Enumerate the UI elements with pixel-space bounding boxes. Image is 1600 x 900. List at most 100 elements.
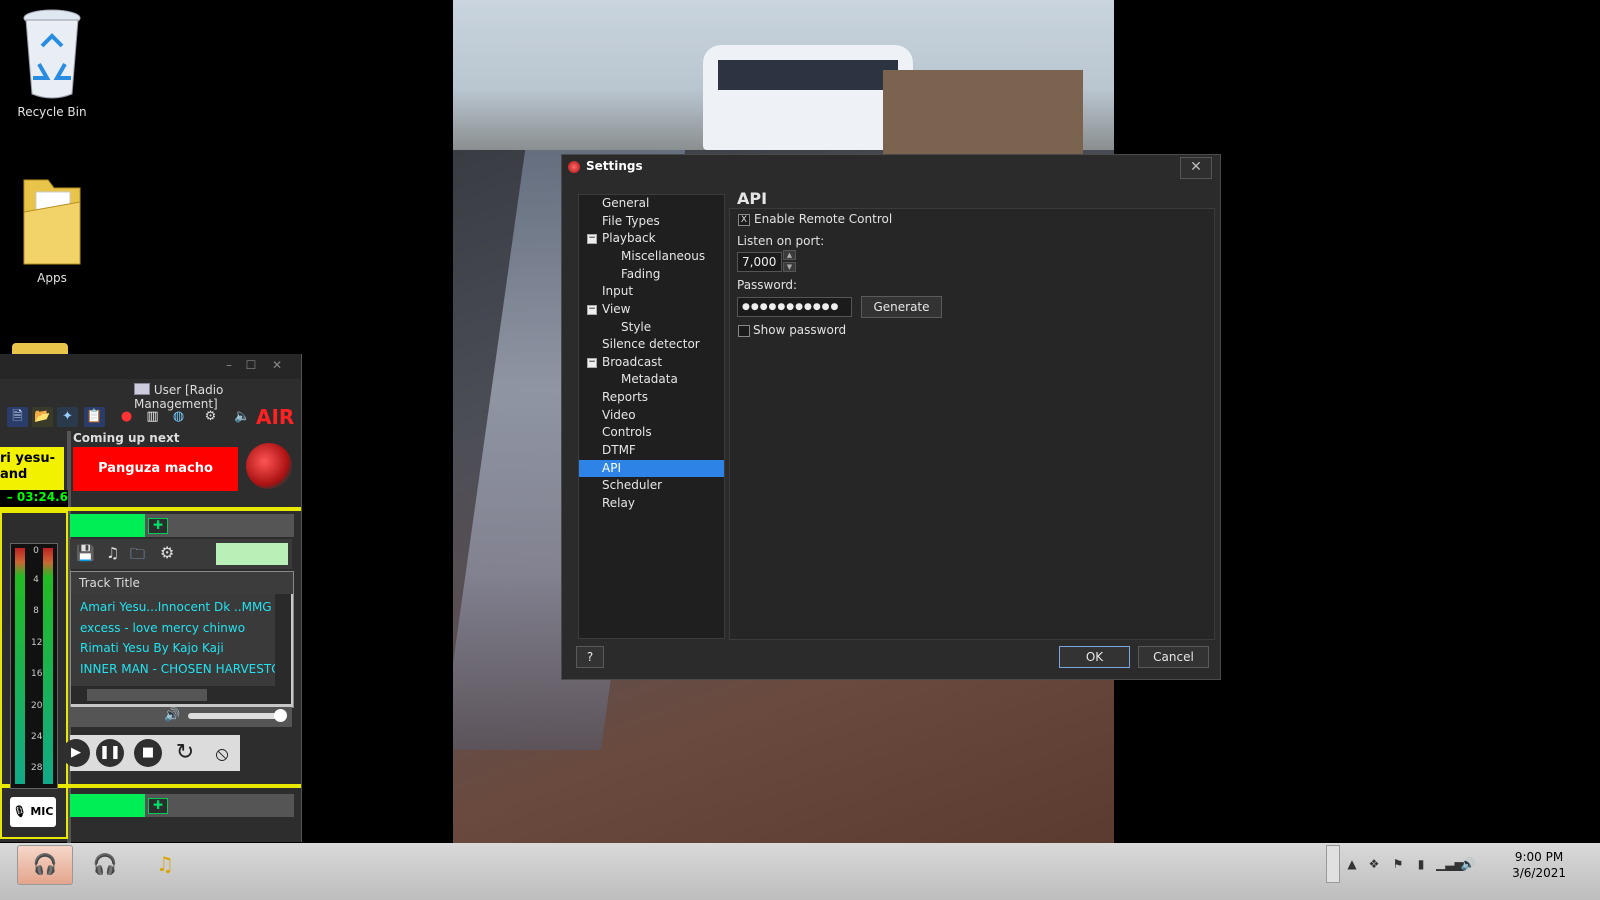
- gear-icon[interactable]: ⚙: [200, 407, 221, 427]
- desktop-icon-apps[interactable]: Apps: [2, 172, 102, 285]
- tree-item-label: DTMF: [602, 443, 636, 457]
- list-item[interactable]: Rimati Yesu By Kajo Kaji: [80, 641, 280, 655]
- tree-item-reports[interactable]: Reports: [579, 389, 724, 406]
- taskbar-scroll[interactable]: [1326, 845, 1340, 883]
- show-password-label[interactable]: Show password: [753, 323, 846, 337]
- close-icon[interactable]: ✕: [268, 358, 286, 374]
- tree-item-file-types[interactable]: File Types: [579, 213, 724, 230]
- record-icon[interactable]: ●: [116, 407, 137, 427]
- repeat-icon[interactable]: ↻: [171, 739, 199, 767]
- desktop-icon-label: Recycle Bin: [17, 105, 87, 119]
- horizontal-scrollbar[interactable]: [71, 686, 291, 704]
- mic-button[interactable]: 🎙 MIC: [10, 797, 56, 827]
- enable-remote-checkbox[interactable]: X: [738, 214, 750, 226]
- tree-item-view[interactable]: − View: [579, 301, 724, 318]
- spin-up-icon[interactable]: ▲: [783, 250, 796, 260]
- tree-item-style[interactable]: Style: [579, 319, 724, 336]
- add-tab-icon[interactable]: ✚: [148, 798, 168, 814]
- taskbar-radio-app[interactable]: 🎧: [77, 845, 133, 885]
- power-icon[interactable]: ▮: [1413, 856, 1429, 872]
- music-folder-icon: ♫: [156, 852, 174, 876]
- tree-item-fading[interactable]: Fading: [579, 266, 724, 283]
- headphones-icon: 🎧: [92, 852, 118, 876]
- current-track-box[interactable]: ri yesu- and: [0, 447, 64, 490]
- generate-button[interactable]: Generate: [861, 296, 942, 318]
- add-folder-icon[interactable]: 🗀: [130, 544, 145, 569]
- stop-icon[interactable]: ■: [134, 739, 162, 767]
- volume-icon: 🔊: [164, 708, 181, 723]
- spin-down-icon[interactable]: ▼: [783, 262, 796, 272]
- vertical-scrollbar[interactable]: [275, 594, 291, 686]
- show-hidden-icons-icon[interactable]: ▲: [1344, 856, 1360, 872]
- tree-item-miscellaneous[interactable]: Miscellaneous: [579, 248, 724, 265]
- list-item[interactable]: excess - love mercy chinwo: [80, 621, 280, 635]
- show-password-checkbox[interactable]: [738, 325, 750, 337]
- network-signal-icon[interactable]: ▁▃▅: [1436, 856, 1464, 872]
- clock-date: 3/6/2021: [1512, 866, 1566, 880]
- taskbar-clock[interactable]: 9:00 PM 3/6/2021: [1512, 849, 1566, 881]
- pause-icon[interactable]: ❚❚: [96, 739, 124, 767]
- next-track-box[interactable]: Panguza macho: [73, 447, 238, 491]
- dialog-titlebar[interactable]: Settings ✕: [562, 155, 1220, 181]
- port-spinner[interactable]: ▲ ▼: [783, 250, 796, 272]
- tree-item-broadcast[interactable]: − Broadcast: [579, 354, 724, 371]
- vu-bar-left: [15, 548, 25, 784]
- tree-item-relay[interactable]: Relay: [579, 495, 724, 512]
- tree-item-scheduler[interactable]: Scheduler: [579, 477, 724, 494]
- play-icon[interactable]: ▶: [62, 739, 90, 767]
- list-item[interactable]: Amari Yesu...Innocent Dk ..MMG PRO: [80, 600, 280, 614]
- close-button[interactable]: ✕: [1180, 157, 1212, 179]
- open-folder-icon[interactable]: 📂: [32, 407, 53, 427]
- collapse-icon[interactable]: −: [587, 234, 597, 244]
- recycle-bin-icon: [23, 9, 81, 99]
- maximize-icon[interactable]: ☐: [242, 358, 260, 374]
- scrollbar-thumb[interactable]: [87, 689, 207, 701]
- volume-slider-thumb[interactable]: [274, 709, 287, 722]
- tree-item-playback[interactable]: − Playback: [579, 230, 724, 247]
- tree-item-controls[interactable]: Controls: [579, 424, 724, 441]
- dropbox-icon[interactable]: ❖: [1366, 856, 1382, 872]
- stats-icon[interactable]: ▥: [142, 407, 163, 427]
- help-button[interactable]: ?: [576, 646, 604, 668]
- action-center-flag-icon[interactable]: ⚑: [1390, 856, 1406, 872]
- collapse-icon[interactable]: −: [587, 305, 597, 315]
- wallpaper-shack: [883, 70, 1083, 155]
- tree-item-dtmf[interactable]: DTMF: [579, 442, 724, 459]
- disable-icon[interactable]: ⦸: [208, 739, 236, 767]
- volume-slider[interactable]: [188, 713, 282, 719]
- port-input[interactable]: 7,000: [737, 252, 782, 272]
- minimize-icon[interactable]: –: [220, 358, 238, 374]
- app-logo-icon: [568, 161, 580, 173]
- new-playlist-icon[interactable]: 🗎: [7, 407, 28, 427]
- vu-scale-label: 4: [33, 575, 39, 585]
- tree-item-label: Relay: [602, 496, 635, 510]
- taskbar-radio-app-active[interactable]: 🎧: [17, 845, 73, 885]
- tree-item-api[interactable]: API: [579, 460, 724, 477]
- add-tab-icon[interactable]: ✚: [148, 518, 168, 534]
- enable-remote-label[interactable]: Enable Remote Control: [754, 212, 892, 226]
- tree-item-video[interactable]: Video: [579, 407, 724, 424]
- tree-item-input[interactable]: Input: [579, 283, 724, 300]
- list-item[interactable]: INNER MAN - CHOSEN HARVESTORS: [80, 662, 280, 676]
- collapse-icon[interactable]: −: [587, 358, 597, 368]
- tree-item-silence-detector[interactable]: Silence detector: [579, 336, 724, 353]
- globe-icon[interactable]: ◍: [168, 407, 189, 427]
- desktop-icon-recycle-bin[interactable]: Recycle Bin: [2, 6, 102, 119]
- speaker-mute-icon[interactable]: 🔈: [232, 407, 253, 427]
- clipboard-icon[interactable]: 📋: [84, 407, 105, 427]
- gear-icon[interactable]: ⚙: [160, 543, 174, 562]
- taskbar-music-folder[interactable]: ♫: [137, 845, 193, 885]
- add-music-icon[interactable]: ♫: [106, 544, 119, 562]
- tree-item-general[interactable]: General: [579, 195, 724, 212]
- ok-button[interactable]: OK: [1059, 646, 1130, 668]
- satellite-icon[interactable]: ✦: [57, 407, 78, 427]
- player-tab-2[interactable]: [70, 794, 145, 817]
- tree-item-metadata[interactable]: Metadata: [579, 371, 724, 388]
- column-header-track-title[interactable]: Track Title: [79, 576, 140, 590]
- player-tab-1[interactable]: [70, 514, 145, 537]
- password-input[interactable]: ●●●●●●●●●●●: [737, 297, 852, 317]
- on-air-indicator[interactable]: AIR: [256, 405, 300, 429]
- cancel-button[interactable]: Cancel: [1138, 646, 1209, 668]
- volume-icon[interactable]: 🔊: [1460, 856, 1476, 872]
- save-icon[interactable]: 💾: [76, 544, 95, 562]
